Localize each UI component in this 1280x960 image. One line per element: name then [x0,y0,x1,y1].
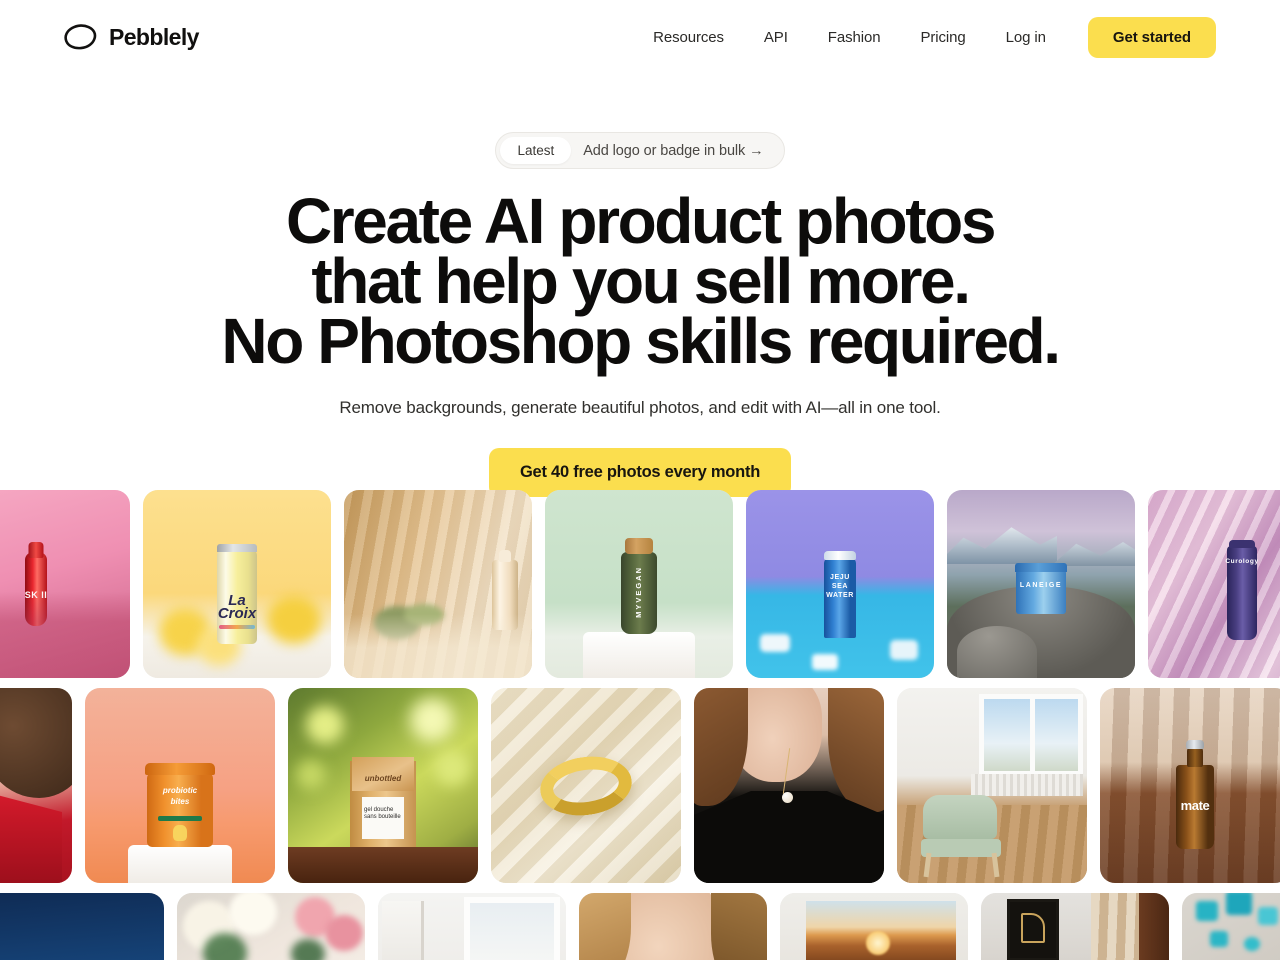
gallery-tile[interactable] [579,893,767,960]
gallery-tile[interactable]: MYVEGAN [545,490,733,678]
badge-text: Add logo or badge in bulk → [583,142,764,159]
gallery-tile[interactable]: Curology [1148,490,1280,678]
gallery-tile[interactable] [378,893,566,960]
headline-line-1: Create AI product photos [285,185,996,257]
gallery-row: SK II LaCroix [0,490,1280,678]
headline-line-2: that help you sell more. [311,245,971,317]
gallery-row [0,893,1280,960]
gallery-tile[interactable] [694,688,884,883]
hero-subheading: Remove backgrounds, generate beautiful p… [339,398,941,417]
gallery-tile[interactable] [0,893,164,960]
page-title: Create AI product photos that help you s… [0,185,1280,377]
gallery-tile[interactable] [344,490,532,678]
gallery-tile[interactable] [177,893,365,960]
site-header: Pebblely Resources API Fashion Pricing L… [0,0,1280,74]
main-nav: Resources API Fashion Pricing Log in Get… [633,16,1216,58]
gallery-tile[interactable] [1182,893,1280,960]
get-started-button[interactable]: Get started [1087,16,1216,58]
brand-logo-link[interactable]: Pebblely [64,24,199,51]
gallery-tile[interactable] [897,688,1087,883]
brand-name: Pebblely [109,23,199,50]
gallery-tile[interactable]: LANEIGE [947,490,1135,678]
landing-page: Pebblely Resources API Fashion Pricing L… [0,0,1280,960]
announcement-badge[interactable]: Latest Add logo or badge in bulk → [495,132,785,169]
gallery-tile[interactable] [981,893,1169,960]
headline-line-3: No Photoshop skills required. [221,305,1061,377]
showcase-gallery: SK II LaCroix [0,490,1280,960]
gallery-tile[interactable]: mate [1100,688,1280,883]
gallery-tile[interactable] [780,893,968,960]
pebble-logo-icon [64,24,97,50]
nav-link-fashion[interactable]: Fashion [808,20,901,55]
gallery-tile[interactable] [0,688,72,883]
nav-link-login[interactable]: Log in [986,20,1066,55]
gallery-tile[interactable]: SK II [0,490,130,678]
gallery-row: probiotic bites unbottled gel douche sans … [0,688,1280,883]
hero-section: Latest Add logo or badge in bulk → Creat… [0,74,1280,497]
nav-link-resources[interactable]: Resources [633,20,744,55]
badge-chip-latest: Latest [500,137,572,164]
gallery-tile[interactable]: probiotic bites [85,688,275,883]
gallery-tile[interactable]: unbottled gel douche sans bouteille [288,688,478,883]
gallery-tile[interactable] [491,688,681,883]
nav-link-pricing[interactable]: Pricing [900,20,985,55]
gallery-tile[interactable]: JEJU SEA WATER [746,490,934,678]
nav-link-api[interactable]: API [744,20,808,55]
gallery-tile[interactable]: La Croix [143,490,331,678]
